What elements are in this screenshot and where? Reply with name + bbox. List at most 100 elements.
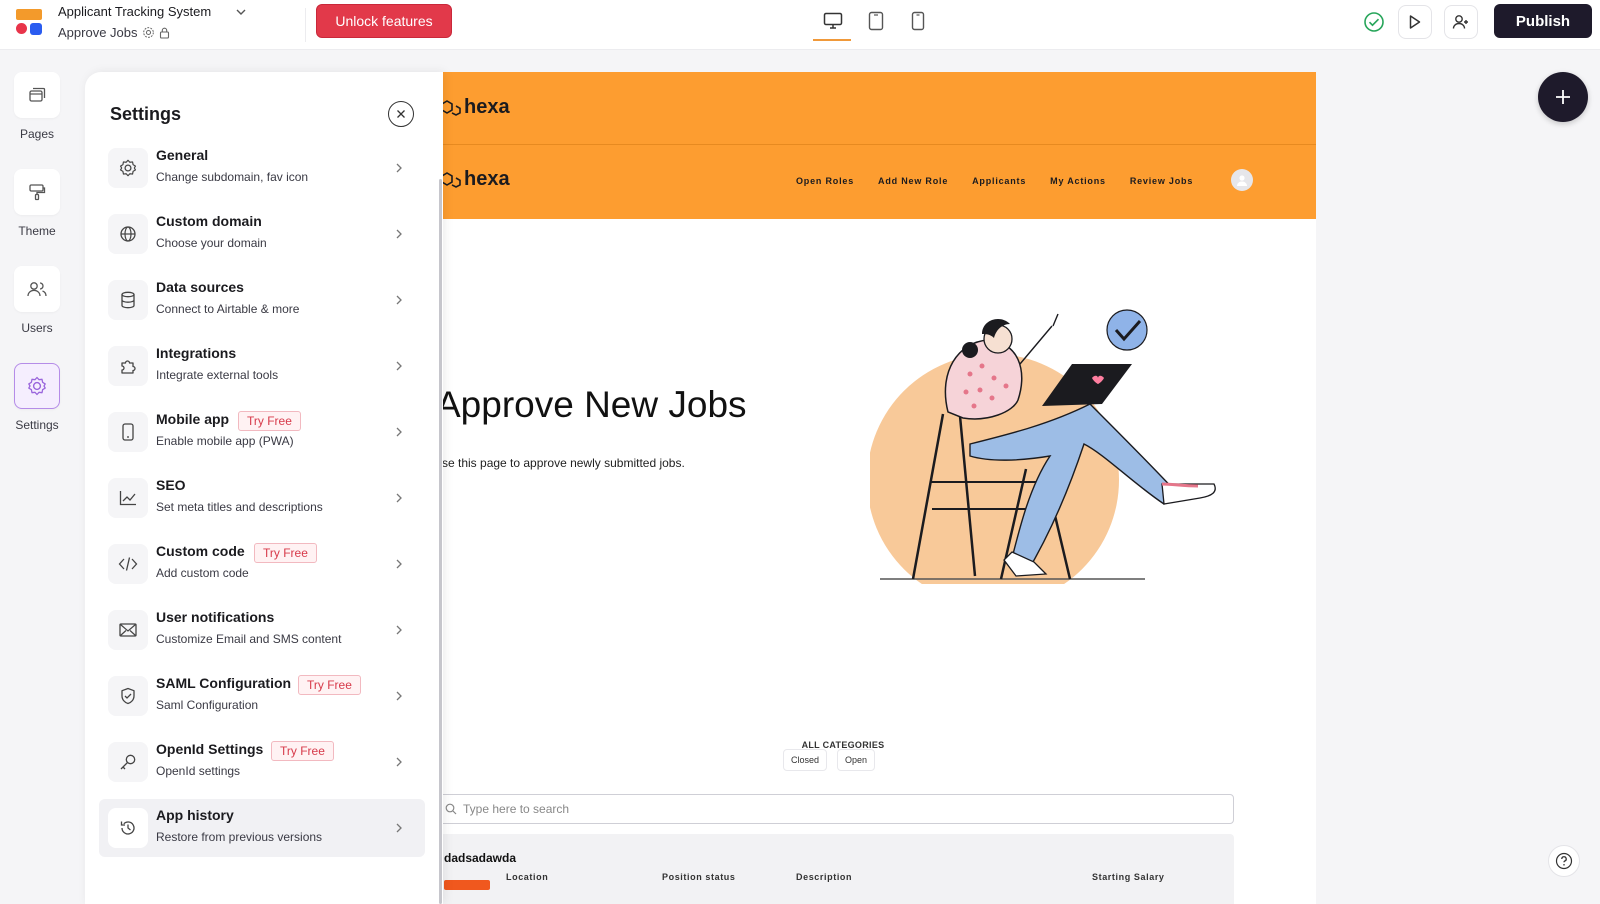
- desktop-icon: [823, 12, 843, 29]
- mobile-icon: [122, 423, 134, 441]
- close-icon: [397, 110, 405, 118]
- gear-icon[interactable]: [142, 26, 155, 39]
- settings-item-custom-domain[interactable]: Custom domain Choose your domain: [99, 205, 425, 263]
- unlock-features-button[interactable]: Unlock features: [316, 4, 452, 38]
- app-title[interactable]: Applicant Tracking System: [58, 4, 211, 19]
- category-chips: Closed Open: [783, 749, 876, 771]
- job-title: dadsadawda: [444, 851, 517, 865]
- job-card[interactable]: dadsadawda Location Position status Desc…: [436, 834, 1234, 904]
- rail-item-theme[interactable]: Theme: [14, 169, 60, 238]
- hexagon-logo-icon: [441, 171, 461, 188]
- app-logo: [16, 9, 42, 35]
- settings-item-custom-code[interactable]: Custom code Try Free Add custom code: [99, 535, 425, 593]
- settings-item-title: OpenId Settings: [156, 741, 264, 757]
- settings-item-title: App history: [156, 807, 234, 823]
- preview-button[interactable]: [1398, 5, 1432, 39]
- settings-item-integrations[interactable]: Integrations Integrate external tools: [99, 337, 425, 395]
- preview-nav-links: Open Roles Add New Role Applicants My Ac…: [796, 176, 1193, 186]
- mail-icon: [119, 623, 137, 637]
- avatar[interactable]: [1231, 169, 1253, 191]
- settings-item-title: Integrations: [156, 345, 237, 361]
- settings-item-app-history[interactable]: App history Restore from previous versio…: [99, 799, 425, 857]
- chevron-down-icon[interactable]: [234, 5, 248, 19]
- settings-item-title: Custom domain: [156, 213, 262, 229]
- shield-icon: [121, 687, 135, 705]
- settings-item-icon-box: [108, 610, 148, 650]
- rail-icon-box: [14, 266, 60, 312]
- chevron-right-icon: [396, 757, 402, 767]
- nav-link-open-roles[interactable]: Open Roles: [796, 176, 854, 186]
- brand-logo[interactable]: hexa: [440, 96, 510, 119]
- mobile-view-button[interactable]: [907, 10, 929, 32]
- nav-link-my-actions[interactable]: My Actions: [1050, 176, 1106, 186]
- job-column-starting-salary: Starting Salary: [1092, 872, 1165, 882]
- lock-icon[interactable]: [159, 27, 170, 39]
- canvas-preview: hexa hexa Open Roles Add New Role Applic…: [370, 72, 1316, 904]
- gear-icon: [28, 376, 46, 396]
- save-status-button[interactable]: [1357, 5, 1391, 39]
- invite-user-button[interactable]: [1444, 5, 1478, 39]
- settings-item-icon-box: [108, 214, 148, 254]
- chevron-right-icon: [396, 691, 402, 701]
- settings-item-openid-settings[interactable]: OpenId Settings Try Free OpenId settings: [99, 733, 425, 791]
- chip-open[interactable]: Open: [837, 749, 876, 771]
- settings-item-seo[interactable]: SEO Set meta titles and descriptions: [99, 469, 425, 527]
- settings-item-saml-configuration[interactable]: SAML Configuration Try Free Saml Configu…: [99, 667, 425, 725]
- toolbar-divider: [305, 8, 306, 42]
- puzzle-icon: [121, 360, 136, 374]
- paint-roller-icon: [29, 184, 46, 201]
- nav-link-applicants[interactable]: Applicants: [972, 176, 1026, 186]
- settings-item-general[interactable]: General Change subdomain, fav icon: [99, 139, 425, 197]
- add-user-icon: [1452, 15, 1468, 29]
- publish-button[interactable]: Publish: [1494, 4, 1592, 38]
- try-free-badge[interactable]: Try Free: [254, 543, 317, 563]
- settings-item-desc: OpenId settings: [156, 764, 241, 778]
- database-icon: [121, 291, 135, 309]
- tablet-view-button[interactable]: [865, 10, 887, 32]
- settings-item-title: User notifications: [156, 609, 275, 625]
- user-icon: [1237, 175, 1247, 186]
- desktop-view-button[interactable]: [822, 10, 844, 32]
- rail-label-users: Users: [21, 321, 53, 335]
- try-free-badge[interactable]: Try Free: [271, 741, 334, 761]
- chip-closed[interactable]: Closed: [783, 749, 828, 771]
- chevron-right-icon: [396, 361, 402, 371]
- rail-icon-box: [14, 363, 60, 409]
- help-button[interactable]: [1548, 845, 1580, 877]
- settings-item-title: SAML Configuration: [156, 675, 292, 691]
- brand-name: hexa: [464, 96, 510, 118]
- panel-scrollbar[interactable]: [439, 179, 442, 904]
- rail-item-pages[interactable]: Pages: [14, 72, 60, 141]
- settings-item-desc: Choose your domain: [156, 236, 267, 250]
- settings-item-icon-box: [108, 280, 148, 320]
- settings-item-data-sources[interactable]: Data sources Connect to Airtable & more: [99, 271, 425, 329]
- settings-item-mobile-app[interactable]: Mobile app Try Free Enable mobile app (P…: [99, 403, 425, 461]
- settings-item-user-notifications[interactable]: User notifications Customize Email and S…: [99, 601, 425, 659]
- panel-title: Settings: [110, 104, 182, 124]
- chevron-right-icon: [396, 493, 402, 503]
- settings-item-icon-box: [108, 478, 148, 518]
- chevron-right-icon: [396, 559, 402, 569]
- settings-item-title: General: [156, 147, 209, 163]
- rail-item-settings[interactable]: Settings: [14, 363, 60, 432]
- add-element-button[interactable]: [1538, 72, 1588, 122]
- try-free-badge[interactable]: Try Free: [238, 411, 301, 431]
- rail-item-users[interactable]: Users: [14, 266, 60, 335]
- chevron-right-icon: [396, 625, 402, 635]
- nav-link-review-jobs[interactable]: Review Jobs: [1130, 176, 1193, 186]
- job-column-location: Location: [506, 872, 549, 882]
- play-icon: [1409, 15, 1421, 29]
- job-thumbnail: [444, 880, 490, 890]
- settings-item-title: Mobile app: [156, 411, 230, 427]
- chevron-right-icon: [396, 163, 402, 173]
- settings-item-icon-box: [108, 742, 148, 782]
- nav-link-add-new-role[interactable]: Add New Role: [878, 176, 948, 186]
- globe-icon: [120, 226, 136, 242]
- rail-label-pages: Pages: [19, 127, 55, 141]
- try-free-badge[interactable]: Try Free: [298, 675, 361, 695]
- close-button[interactable]: [388, 101, 414, 127]
- settings-item-desc: Change subdomain, fav icon: [156, 170, 309, 184]
- search-input[interactable]: Type here to search: [436, 794, 1234, 824]
- brand-logo[interactable]: hexa: [440, 168, 510, 191]
- settings-item-title: Data sources: [156, 279, 244, 295]
